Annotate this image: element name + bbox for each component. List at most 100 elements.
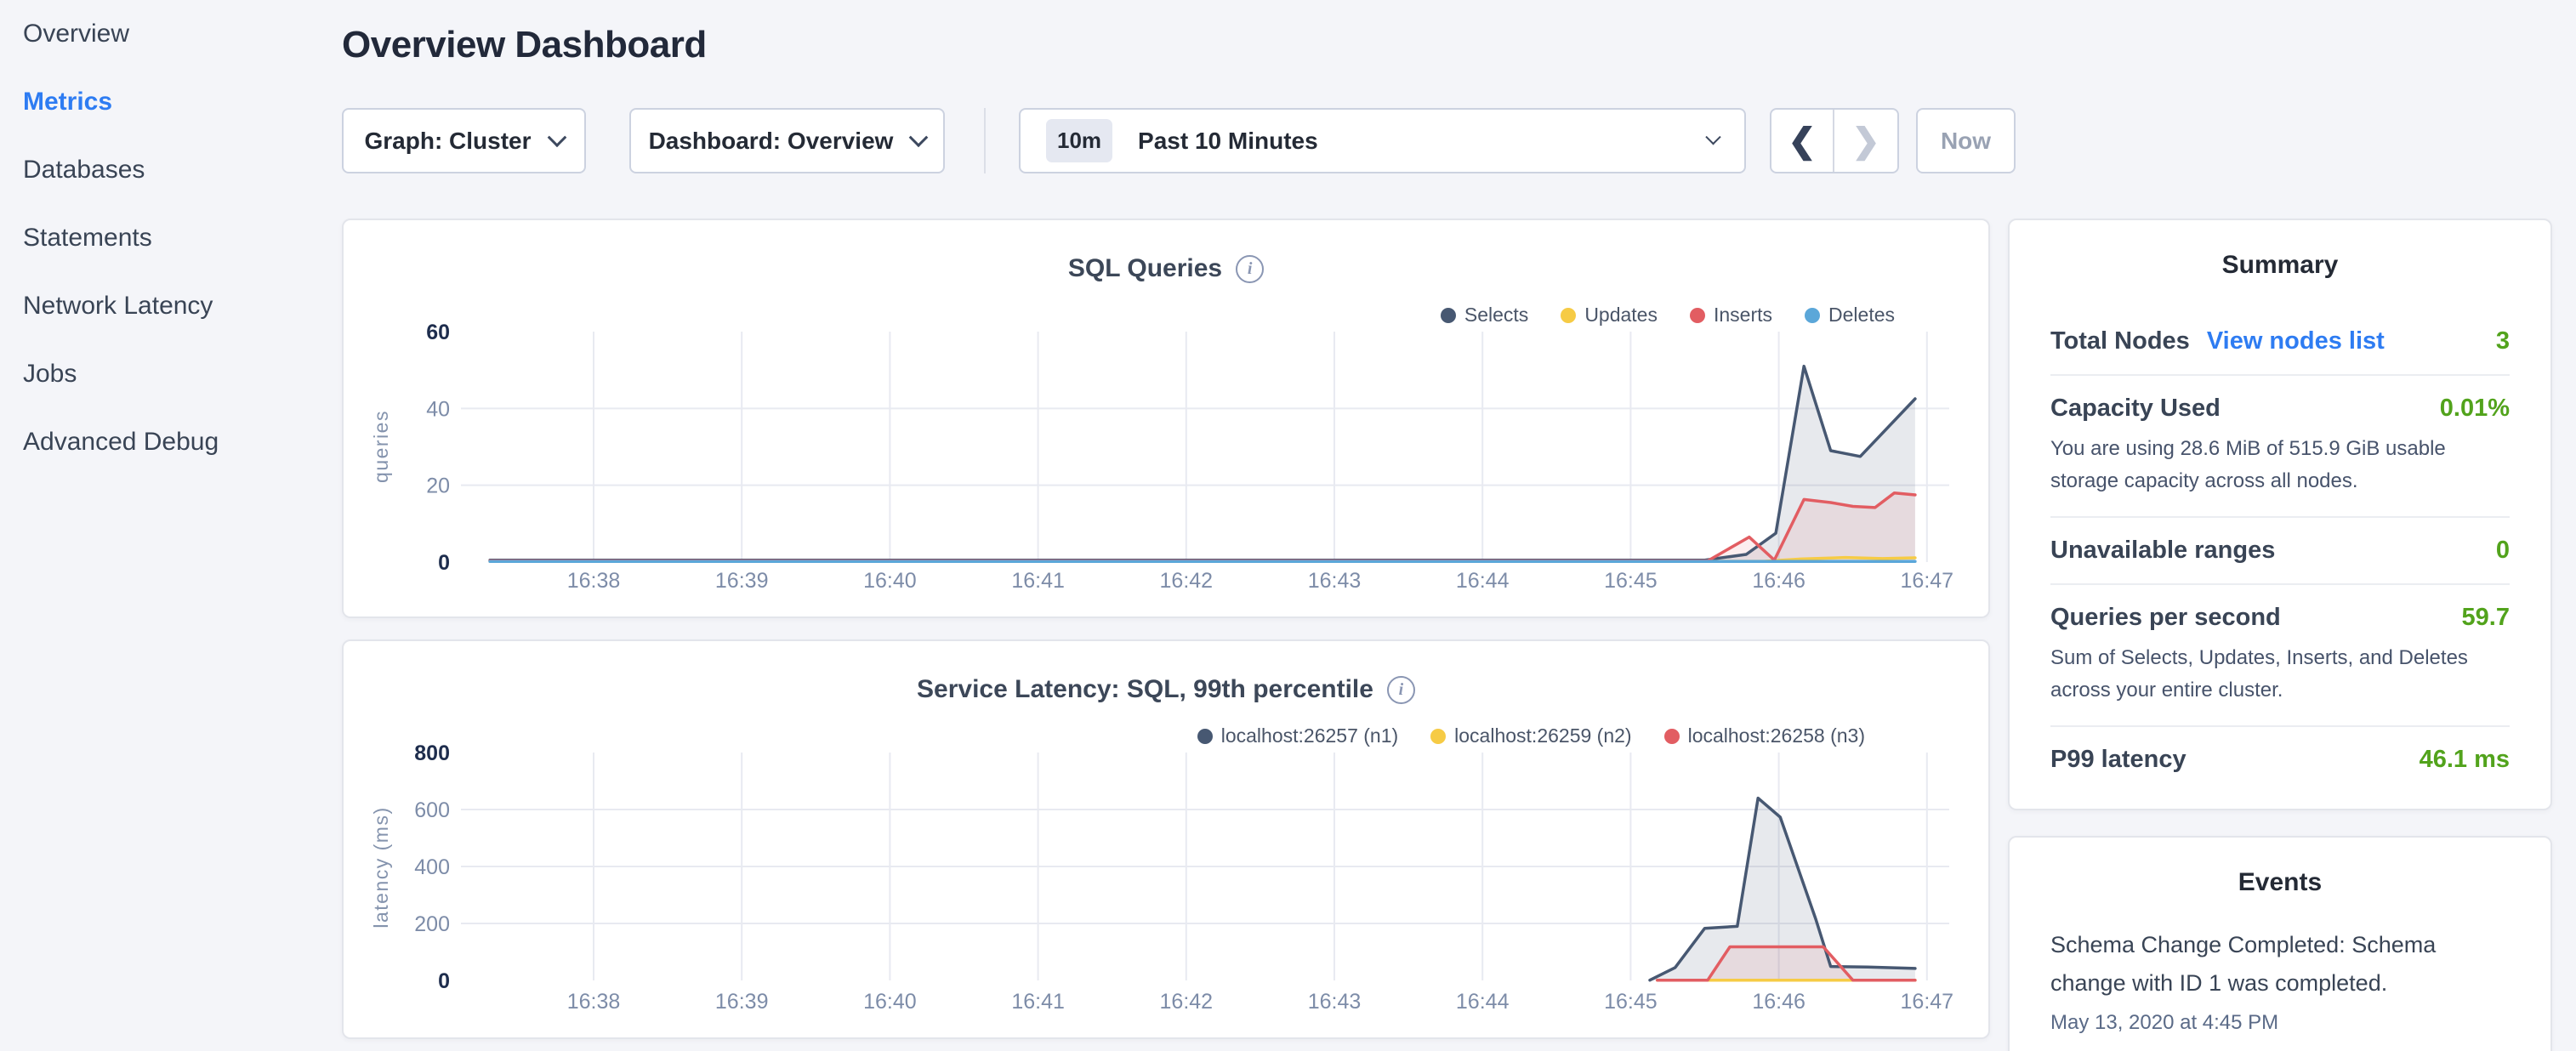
summary-row-description: You are using 28.6 MiB of 515.9 GiB usab… bbox=[2050, 433, 2510, 497]
time-range-label: Past 10 Minutes bbox=[1138, 128, 1318, 155]
info-icon[interactable]: i bbox=[1236, 255, 1264, 283]
summary-row-label: Capacity Used bbox=[2050, 395, 2221, 423]
sidebar-item-statements[interactable]: Statements bbox=[0, 204, 340, 272]
summary-row-value: 46.1 ms bbox=[2420, 746, 2510, 774]
legend-label: Inserts bbox=[1714, 304, 1772, 327]
sidebar-item-databases[interactable]: Databases bbox=[0, 136, 340, 204]
legend-label: Deletes bbox=[1828, 304, 1895, 327]
summary-row-value: 59.7 bbox=[2462, 604, 2510, 632]
legend-dot-icon bbox=[1664, 729, 1680, 744]
svg-text:16:39: 16:39 bbox=[715, 569, 769, 593]
svg-text:400: 400 bbox=[414, 855, 450, 879]
svg-text:16:41: 16:41 bbox=[1011, 990, 1065, 1014]
svg-text:60: 60 bbox=[426, 321, 450, 344]
toolbar-divider bbox=[984, 108, 986, 173]
svg-text:16:38: 16:38 bbox=[567, 569, 621, 593]
events-title: Events bbox=[2050, 868, 2510, 897]
legend-item[interactable]: Updates bbox=[1561, 304, 1658, 327]
svg-text:16:41: 16:41 bbox=[1011, 569, 1065, 593]
summary-panel: Summary Total Nodes View nodes list 3 Capac… bbox=[2008, 219, 2552, 810]
summary-row-value: 3 bbox=[2496, 327, 2510, 355]
time-next-button[interactable]: ❯ bbox=[1834, 110, 1897, 172]
legend-item[interactable]: Inserts bbox=[1690, 304, 1772, 327]
time-prev-button[interactable]: ❮ bbox=[1771, 110, 1834, 172]
view-nodes-list-link[interactable]: View nodes list bbox=[2207, 327, 2385, 355]
svg-text:16:43: 16:43 bbox=[1308, 569, 1362, 593]
service-latency-chart-card: 16:3816:3916:4016:4116:4216:4316:4416:45… bbox=[342, 639, 1990, 1039]
graph-dropdown[interactable]: Graph: Cluster bbox=[342, 108, 586, 173]
legend-item[interactable]: localhost:26259 (n2) bbox=[1430, 724, 1631, 747]
svg-text:600: 600 bbox=[414, 798, 450, 822]
graph-dropdown-label: Graph: Cluster bbox=[364, 128, 531, 155]
dashboard-dropdown[interactable]: Dashboard: Overview bbox=[629, 108, 945, 173]
svg-text:800: 800 bbox=[414, 741, 450, 765]
sidebar-item-advanced-debug[interactable]: Advanced Debug bbox=[0, 408, 340, 476]
svg-text:16:44: 16:44 bbox=[1456, 990, 1510, 1014]
svg-text:16:42: 16:42 bbox=[1160, 990, 1214, 1014]
summary-row: Unavailable ranges 0 bbox=[2050, 518, 2510, 585]
legend-dot-icon bbox=[1441, 308, 1456, 323]
svg-text:0: 0 bbox=[438, 969, 450, 993]
event-timestamp: May 13, 2020 at 4:45 PM bbox=[2050, 1011, 2510, 1035]
svg-text:200: 200 bbox=[414, 912, 450, 936]
chevron-left-icon: ❮ bbox=[1788, 122, 1817, 161]
chart-title: SQL Queries bbox=[1068, 254, 1222, 283]
legend-label: Updates bbox=[1584, 304, 1658, 327]
svg-text:16:45: 16:45 bbox=[1604, 569, 1658, 593]
svg-text:16:45: 16:45 bbox=[1604, 990, 1658, 1014]
svg-text:16:38: 16:38 bbox=[567, 990, 621, 1014]
sidebar-nav: OverviewMetricsDatabasesStatementsNetwor… bbox=[0, 0, 340, 1051]
sidebar-item-jobs[interactable]: Jobs bbox=[0, 340, 340, 408]
svg-text:16:43: 16:43 bbox=[1308, 990, 1362, 1014]
summary-row: P99 latency 46.1 ms bbox=[2050, 727, 2510, 793]
legend-dot-icon bbox=[1690, 308, 1705, 323]
svg-text:16:47: 16:47 bbox=[1901, 569, 1954, 593]
page-title: Overview Dashboard bbox=[342, 24, 707, 66]
legend-dot-icon bbox=[1561, 308, 1576, 323]
sidebar-item-network-latency[interactable]: Network Latency bbox=[0, 272, 340, 340]
legend-dot-icon bbox=[1805, 308, 1820, 323]
summary-row-label: Queries per second bbox=[2050, 604, 2281, 632]
summary-row-label: Unavailable ranges bbox=[2050, 537, 2275, 565]
sql-queries-chart-card: 16:3816:3916:4016:4116:4216:4316:4416:45… bbox=[342, 219, 1990, 618]
summary-row-label: Total Nodes bbox=[2050, 327, 2190, 355]
summary-row-value: 0.01% bbox=[2440, 395, 2510, 423]
legend-item[interactable]: localhost:26258 (n3) bbox=[1664, 724, 1865, 747]
event-text: Schema Change Completed: Schema change w… bbox=[2050, 926, 2510, 1003]
svg-text:queries: queries bbox=[370, 410, 392, 483]
event-item[interactable]: Schema Change Completed: Schema change w… bbox=[2050, 926, 2510, 1035]
dashboard-dropdown-label: Dashboard: Overview bbox=[649, 128, 894, 155]
summary-row-label: P99 latency bbox=[2050, 746, 2186, 774]
legend-item[interactable]: Selects bbox=[1441, 304, 1528, 327]
legend-label: Selects bbox=[1464, 304, 1528, 327]
legend-label: localhost:26259 (n2) bbox=[1454, 724, 1631, 747]
chart-title-row: Service Latency: SQL, 99th percentile i bbox=[344, 675, 1988, 704]
summary-row: Capacity Used 0.01% You are using 28.6 MiB… bbox=[2050, 376, 2510, 518]
svg-text:16:47: 16:47 bbox=[1901, 990, 1954, 1014]
summary-row-value: 0 bbox=[2496, 537, 2510, 565]
svg-text:20: 20 bbox=[426, 474, 450, 498]
summary-title: Summary bbox=[2050, 251, 2510, 280]
chart-title-row: SQL Queries i bbox=[344, 254, 1988, 283]
legend-item[interactable]: localhost:26257 (n1) bbox=[1197, 724, 1398, 747]
legend-dot-icon bbox=[1430, 729, 1446, 744]
sidebar-item-overview[interactable]: Overview bbox=[0, 0, 340, 68]
now-button[interactable]: Now bbox=[1916, 108, 2016, 173]
legend-label: localhost:26257 (n1) bbox=[1221, 724, 1398, 747]
events-panel: Events Schema Change Completed: Schema c… bbox=[2008, 836, 2552, 1051]
legend-item[interactable]: Deletes bbox=[1805, 304, 1895, 327]
chart-title: Service Latency: SQL, 99th percentile bbox=[917, 675, 1373, 704]
chart-legend: Selects Updates Inserts Deletes bbox=[1441, 304, 1895, 327]
chevron-down-icon bbox=[547, 128, 566, 147]
summary-rows: Total Nodes View nodes list 3 Capacity Used… bbox=[2050, 309, 2510, 793]
time-range-dropdown[interactable]: 10m Past 10 Minutes bbox=[1019, 108, 1746, 173]
svg-text:16:40: 16:40 bbox=[863, 569, 917, 593]
summary-row-description: Sum of Selects, Updates, Inserts, and De… bbox=[2050, 642, 2510, 707]
legend-dot-icon bbox=[1197, 729, 1213, 744]
sidebar-item-metrics[interactable]: Metrics bbox=[0, 68, 340, 136]
svg-text:16:46: 16:46 bbox=[1752, 569, 1805, 593]
svg-text:16:39: 16:39 bbox=[715, 990, 769, 1014]
svg-text:16:46: 16:46 bbox=[1752, 990, 1805, 1014]
info-icon[interactable]: i bbox=[1387, 676, 1415, 704]
overview-dashboard-page: OverviewMetricsDatabasesStatementsNetwor… bbox=[0, 0, 2576, 1051]
